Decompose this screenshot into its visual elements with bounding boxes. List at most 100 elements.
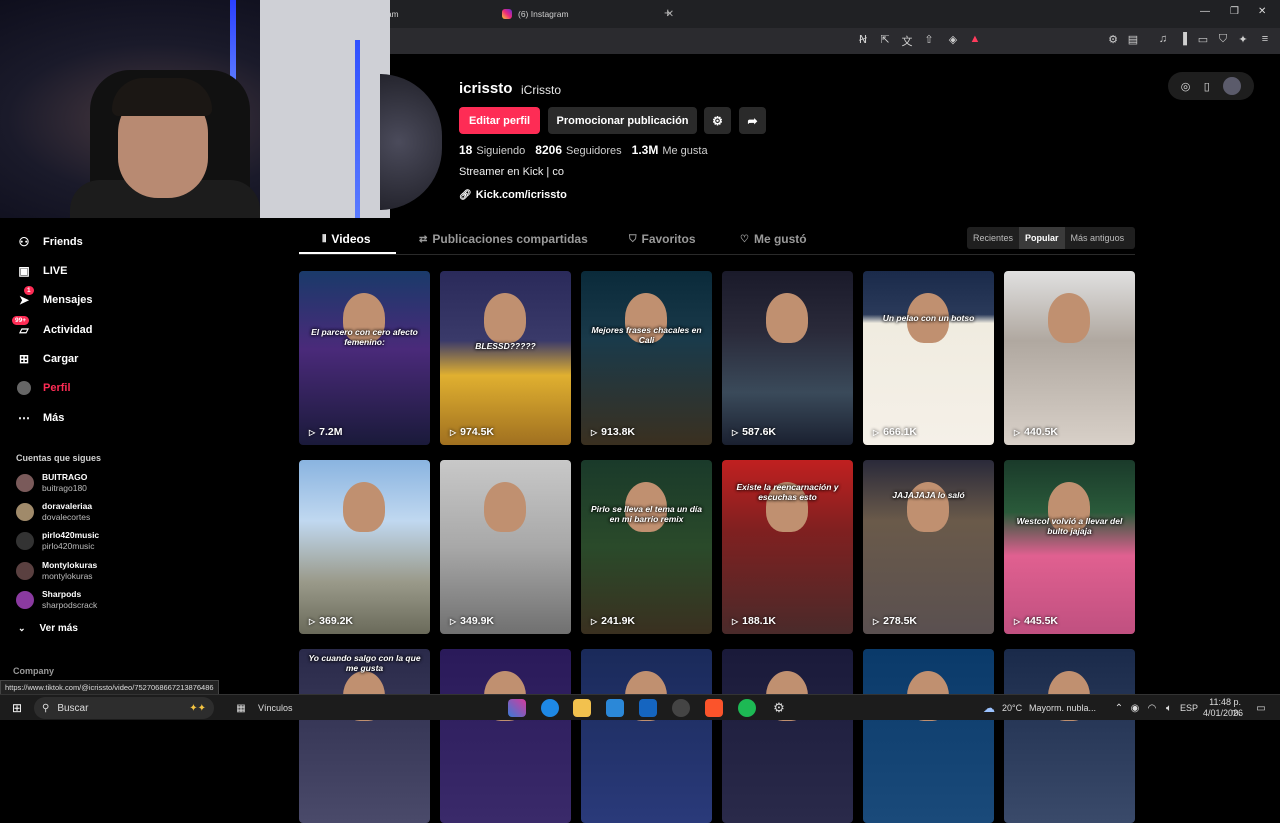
- video-thumbnail[interactable]: JAJAJAJA lo saló ▷ 278.5K: [863, 460, 994, 634]
- video-thumbnail[interactable]: Yo cuando salgo con la que me gusta: [299, 649, 430, 823]
- notifications-icon[interactable]: ▭: [1252, 699, 1270, 717]
- weather-temp[interactable]: 20°C: [1002, 703, 1022, 713]
- sidebar-item-friends[interactable]: ⚇ Friends: [16, 232, 83, 252]
- compass-icon[interactable]: ◎: [1181, 80, 1191, 93]
- profile-link[interactable]: 🔗︎ Kick.com/icrissto: [459, 189, 567, 201]
- file-explorer-icon[interactable]: [573, 699, 591, 717]
- video-thumbnail[interactable]: Pirlo se lleva el tema un día en mi barr…: [581, 460, 712, 634]
- sidebar-item-label: Perfil: [43, 382, 71, 394]
- taskbar-search[interactable]: ⚲ Buscar ✦✦: [34, 697, 214, 719]
- media-icon[interactable]: ▤: [1126, 33, 1140, 46]
- sidebar-item-profile[interactable]: Perfil: [16, 378, 71, 398]
- followed-account[interactable]: pirlo420music pirlo420music: [16, 528, 99, 554]
- store-icon[interactable]: [606, 699, 624, 717]
- phone-icon[interactable]: ▯: [1204, 80, 1210, 93]
- video-view-count: ▷ 666.1K: [873, 426, 917, 438]
- video-thumbnail[interactable]: ▷ 440.5K: [1004, 271, 1135, 445]
- share-icon[interactable]: ⇧: [922, 33, 936, 46]
- reader-icon[interactable]: Ꞥ: [856, 33, 870, 46]
- vpn-icon[interactable]: ⛉: [1216, 33, 1230, 46]
- clock-date[interactable]: 4/01/2026: [1203, 708, 1243, 718]
- sort-recent-button[interactable]: Recientes: [967, 227, 1019, 249]
- company-link[interactable]: Company: [13, 666, 54, 676]
- tray-app-icon[interactable]: ◉: [1126, 699, 1144, 717]
- view-count-text: 587.6K: [742, 426, 777, 438]
- maximize-button[interactable]: ❐: [1230, 6, 1239, 17]
- open-external-icon[interactable]: ⇱: [878, 33, 892, 46]
- minimize-button[interactable]: —: [1200, 6, 1210, 17]
- video-thumbnail[interactable]: BLESSD????? ▷ 974.5K: [440, 271, 571, 445]
- spotify-icon[interactable]: [738, 699, 756, 717]
- video-thumbnail[interactable]: ▷ 587.6K: [722, 271, 853, 445]
- view-count-text: 974.5K: [460, 426, 495, 438]
- followed-account[interactable]: Sharpods sharpodscrack: [16, 587, 97, 613]
- wallet-icon[interactable]: ▭: [1196, 33, 1210, 46]
- tab-videos[interactable]: ⦀ Videos: [322, 232, 371, 246]
- sidebar-item-activity[interactable]: ▱ 99+ Actividad: [12, 316, 93, 340]
- language-indicator[interactable]: ESP: [1180, 703, 1198, 713]
- brave-rewards-icon[interactable]: ▲: [968, 33, 982, 45]
- settings-icon[interactable]: ⚙: [770, 699, 788, 717]
- tab-favorites[interactable]: ⛉ Favoritos: [629, 232, 696, 246]
- followed-account[interactable]: doravaleriaa dovalecortes: [16, 499, 92, 525]
- video-view-count: ▷ 7.2M: [309, 426, 343, 438]
- browser-tab[interactable]: ram: [384, 4, 484, 24]
- menu-icon[interactable]: ≡: [1258, 33, 1272, 45]
- followers-stat[interactable]: 8206 Seguidores: [535, 143, 621, 157]
- edit-profile-button[interactable]: Editar perfil: [459, 107, 540, 134]
- followed-account[interactable]: BUITRAGO buitrago180: [16, 470, 87, 496]
- share-profile-button[interactable]: ➦: [739, 107, 766, 134]
- volume-icon[interactable]: 🔈︎: [1160, 699, 1178, 717]
- video-thumbnail[interactable]: ▷ 349.9K: [440, 460, 571, 634]
- video-thumbnail[interactable]: Existe la reencarnación y escuchas esto ▷…: [722, 460, 853, 634]
- edge-icon[interactable]: [541, 699, 559, 717]
- close-window-button[interactable]: ✕: [1258, 6, 1266, 17]
- sidebar-toggle-icon[interactable]: ▐: [1176, 33, 1190, 45]
- video-thumbnail[interactable]: [722, 649, 853, 823]
- sidebar-item-messages[interactable]: ➤ 1 Mensajes: [16, 286, 93, 310]
- sidebar-item-upload[interactable]: ⊞ Cargar: [16, 349, 79, 369]
- video-thumbnail[interactable]: [581, 649, 712, 823]
- sidebar-item-live[interactable]: ▣ LIVE: [16, 261, 67, 281]
- status-bar-url: https://www.tiktok.com/@icrissto/video/7…: [0, 680, 219, 695]
- brave-shield-icon[interactable]: ◈: [946, 33, 960, 46]
- webcam-overlay: [0, 0, 390, 218]
- promote-post-button[interactable]: Promocionar publicación: [548, 107, 697, 134]
- video-thumbnail[interactable]: El parcero con cero afecto femenino: ▷ 7.2…: [299, 271, 430, 445]
- video-thumbnail[interactable]: Mejores frases chacales en Cali ▷ 913.8K: [581, 271, 712, 445]
- task-view-icon[interactable]: ▦: [232, 699, 250, 717]
- following-count: 18: [459, 143, 473, 157]
- translate-icon[interactable]: 文: [900, 33, 914, 49]
- see-more-button[interactable]: ⌄ Ver más: [18, 623, 78, 634]
- video-thumbnail[interactable]: Westcol volvió a llevar del bulto jajaja…: [1004, 460, 1135, 634]
- taskbar-links[interactable]: Vínculos: [258, 703, 293, 713]
- brave-icon[interactable]: [705, 699, 723, 717]
- weather-desc[interactable]: Mayorm. nubla...: [1029, 703, 1096, 713]
- sort-oldest-button[interactable]: Más antiguos: [1065, 227, 1131, 249]
- mail-icon[interactable]: [639, 699, 657, 717]
- music-icon[interactable]: ♫: [1156, 33, 1170, 45]
- obs-icon[interactable]: [672, 699, 690, 717]
- tab-shared-posts[interactable]: ⇄ Publicaciones compartidas: [419, 232, 588, 246]
- tab-liked[interactable]: ♡ Me gustó: [740, 232, 807, 246]
- sort-popular-button[interactable]: Popular: [1019, 227, 1065, 249]
- windows-start-icon[interactable]: ⊞: [8, 699, 26, 717]
- settings-button[interactable]: ⚙: [704, 107, 731, 134]
- video-thumbnail[interactable]: [863, 649, 994, 823]
- copilot-icon[interactable]: [508, 699, 526, 717]
- sidebar-item-more[interactable]: ⋯ Más: [16, 408, 64, 428]
- ai-icon[interactable]: ✦: [1236, 33, 1250, 46]
- video-thumbnail[interactable]: Un pelao con un botso ▷ 666.1K: [863, 271, 994, 445]
- video-thumbnail[interactable]: [440, 649, 571, 823]
- new-tab-button[interactable]: +: [664, 5, 672, 20]
- followed-account[interactable]: Montylokuras montylokuras: [16, 558, 97, 584]
- video-thumbnail[interactable]: [1004, 649, 1135, 823]
- following-stat[interactable]: 18 Siguiendo: [459, 143, 525, 157]
- wifi-icon[interactable]: ◠: [1143, 699, 1161, 717]
- avatar[interactable]: [1223, 77, 1242, 95]
- video-thumbnail[interactable]: ▷ 369.2K: [299, 460, 430, 634]
- more-icon: ⋯: [18, 411, 30, 425]
- extensions-icon[interactable]: ⚙: [1106, 33, 1120, 46]
- browser-tab-instagram[interactable]: (6) Instagram ✕: [502, 4, 674, 24]
- likes-stat: 1.3M Me gusta: [632, 143, 708, 157]
